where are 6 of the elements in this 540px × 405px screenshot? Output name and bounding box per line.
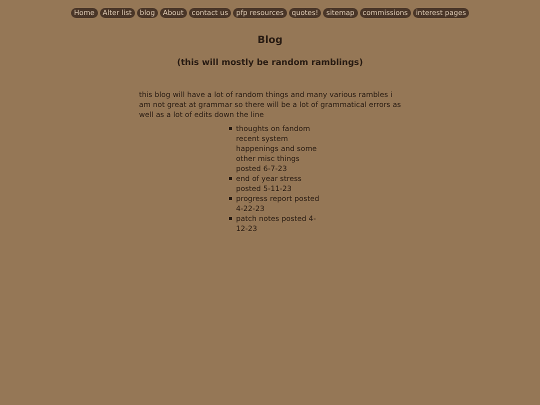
bullet-icon: [229, 217, 232, 220]
page-title: Blog: [257, 34, 283, 48]
bullet-icon: [229, 127, 232, 130]
bullet-icon: [229, 197, 232, 200]
page-subtitle: (this will mostly be random ramblings): [176, 57, 364, 70]
bullet-icon: [229, 177, 232, 180]
